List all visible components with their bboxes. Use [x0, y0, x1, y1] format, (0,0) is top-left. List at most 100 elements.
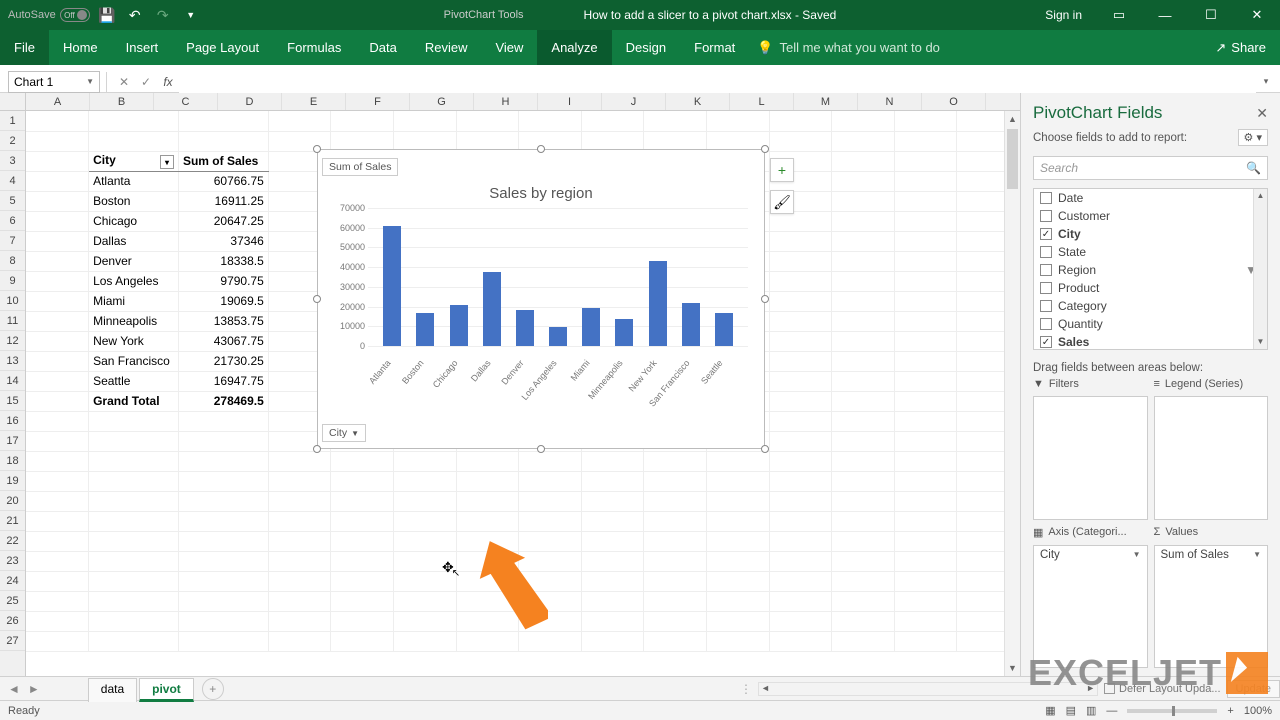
close-button[interactable]: ✕: [1234, 0, 1280, 30]
row-header[interactable]: 17: [0, 431, 25, 451]
row-header[interactable]: 15: [0, 391, 25, 411]
ribbon-tab-file[interactable]: File: [0, 30, 49, 65]
chart-elements-button[interactable]: +: [770, 158, 794, 182]
ribbon-tab-home[interactable]: Home: [49, 30, 112, 65]
checkbox-icon[interactable]: [1040, 264, 1052, 276]
sheet-tab-pivot[interactable]: pivot: [139, 678, 194, 702]
checkbox-icon[interactable]: [1040, 318, 1052, 330]
qat-customize-icon[interactable]: ▼: [180, 4, 202, 26]
chart-bar[interactable]: [416, 313, 434, 346]
row-header[interactable]: 11: [0, 311, 25, 331]
view-page-layout-icon[interactable]: ▤: [1066, 704, 1076, 717]
row-header[interactable]: 23: [0, 551, 25, 571]
row-header[interactable]: 3: [0, 151, 25, 171]
signin-button[interactable]: Sign in: [1031, 0, 1096, 30]
checkbox-icon[interactable]: ✓: [1040, 228, 1052, 240]
ribbon-tab-analyze[interactable]: Analyze: [537, 30, 611, 65]
column-header[interactable]: E: [282, 93, 346, 110]
view-page-break-icon[interactable]: ▥: [1086, 704, 1096, 717]
chart-bar[interactable]: [649, 261, 667, 346]
chart-bar[interactable]: [483, 272, 501, 346]
row-header[interactable]: 6: [0, 211, 25, 231]
chart-bar[interactable]: [582, 308, 600, 346]
checkbox-icon[interactable]: [1040, 300, 1052, 312]
ribbon-tab-formulas[interactable]: Formulas: [273, 30, 355, 65]
column-header[interactable]: O: [922, 93, 986, 110]
chart-bar[interactable]: [715, 313, 733, 346]
row-header[interactable]: 1: [0, 111, 25, 131]
ribbon-tab-data[interactable]: Data: [355, 30, 410, 65]
ribbon-tab-design[interactable]: Design: [612, 30, 680, 65]
sheet-nav-next-icon[interactable]: ►: [28, 682, 40, 696]
column-header[interactable]: K: [666, 93, 730, 110]
field-item-quantity[interactable]: Quantity: [1034, 315, 1267, 333]
row-header[interactable]: 7: [0, 231, 25, 251]
column-header[interactable]: L: [730, 93, 794, 110]
ribbon-display-icon[interactable]: ▭: [1096, 0, 1142, 30]
select-all-corner[interactable]: [0, 93, 26, 110]
legend-area[interactable]: [1154, 396, 1269, 520]
row-header[interactable]: 8: [0, 251, 25, 271]
chart-field-button-axis[interactable]: City▼: [322, 424, 366, 442]
zoom-level[interactable]: 100%: [1244, 705, 1272, 717]
row-header[interactable]: 18: [0, 451, 25, 471]
column-header[interactable]: M: [794, 93, 858, 110]
row-header[interactable]: 9: [0, 271, 25, 291]
fields-pane-tools-button[interactable]: ⚙ ▾: [1238, 129, 1268, 146]
chart-bar[interactable]: [682, 303, 700, 346]
chart-field-button-values[interactable]: Sum of Sales: [322, 158, 398, 176]
row-header[interactable]: 22: [0, 531, 25, 551]
field-item-customer[interactable]: Customer: [1034, 207, 1267, 225]
row-header[interactable]: 14: [0, 371, 25, 391]
checkbox-icon[interactable]: ✓: [1040, 336, 1052, 348]
field-item-product[interactable]: Product: [1034, 279, 1267, 297]
row-header[interactable]: 10: [0, 291, 25, 311]
column-header[interactable]: H: [474, 93, 538, 110]
row-headers[interactable]: 1234567891011121314151617181920212223242…: [0, 111, 26, 676]
row-header[interactable]: 12: [0, 331, 25, 351]
row-header[interactable]: 27: [0, 631, 25, 651]
row-header[interactable]: 19: [0, 471, 25, 491]
row-header[interactable]: 25: [0, 591, 25, 611]
field-item-sales[interactable]: ✓Sales: [1034, 333, 1267, 350]
field-item-date[interactable]: Date: [1034, 189, 1267, 207]
autosave-toggle[interactable]: AutoSave Off: [8, 8, 90, 22]
tell-me-search[interactable]: 💡 Tell me what you want to do: [757, 30, 940, 65]
checkbox-icon[interactable]: [1040, 210, 1052, 222]
zoom-slider[interactable]: [1127, 709, 1217, 713]
column-header[interactable]: D: [218, 93, 282, 110]
checkbox-icon[interactable]: [1040, 246, 1052, 258]
field-item-region[interactable]: Region▼: [1034, 261, 1267, 279]
formula-input[interactable]: [179, 71, 1256, 93]
name-box[interactable]: Chart 1▼: [8, 71, 100, 93]
view-normal-icon[interactable]: ▦: [1045, 704, 1055, 717]
vertical-scrollbar[interactable]: ▲ ▼: [1004, 111, 1020, 676]
row-header[interactable]: 5: [0, 191, 25, 211]
checkbox-icon[interactable]: [1040, 192, 1052, 204]
cancel-formula-icon[interactable]: ✕: [113, 75, 135, 89]
values-area[interactable]: Sum of Sales▼: [1154, 545, 1269, 669]
ribbon-tab-insert[interactable]: Insert: [112, 30, 173, 65]
column-header[interactable]: A: [26, 93, 90, 110]
ribbon-tab-page-layout[interactable]: Page Layout: [172, 30, 273, 65]
redo-icon[interactable]: ↷: [152, 4, 174, 26]
maximize-button[interactable]: ☐: [1188, 0, 1234, 30]
row-header[interactable]: 16: [0, 411, 25, 431]
area-field[interactable]: Sum of Sales▼: [1155, 546, 1268, 565]
add-sheet-button[interactable]: +: [202, 678, 224, 700]
chart-bar[interactable]: [516, 310, 534, 346]
row-header[interactable]: 2: [0, 131, 25, 151]
column-header[interactable]: G: [410, 93, 474, 110]
axis-area[interactable]: City▼: [1033, 545, 1148, 669]
chart-plot-area[interactable]: AtlantaBostonChicagoDallasDenverLos Ange…: [368, 208, 748, 346]
zoom-in-button[interactable]: +: [1227, 705, 1233, 717]
save-icon[interactable]: 💾: [96, 4, 118, 26]
column-header[interactable]: F: [346, 93, 410, 110]
column-header[interactable]: B: [90, 93, 154, 110]
chart-bar[interactable]: [450, 305, 468, 346]
sheet-nav-prev-icon[interactable]: ◄: [8, 682, 20, 696]
row-header[interactable]: 26: [0, 611, 25, 631]
chart-bar[interactable]: [615, 319, 633, 346]
ribbon-tab-format[interactable]: Format: [680, 30, 749, 65]
column-header[interactable]: I: [538, 93, 602, 110]
